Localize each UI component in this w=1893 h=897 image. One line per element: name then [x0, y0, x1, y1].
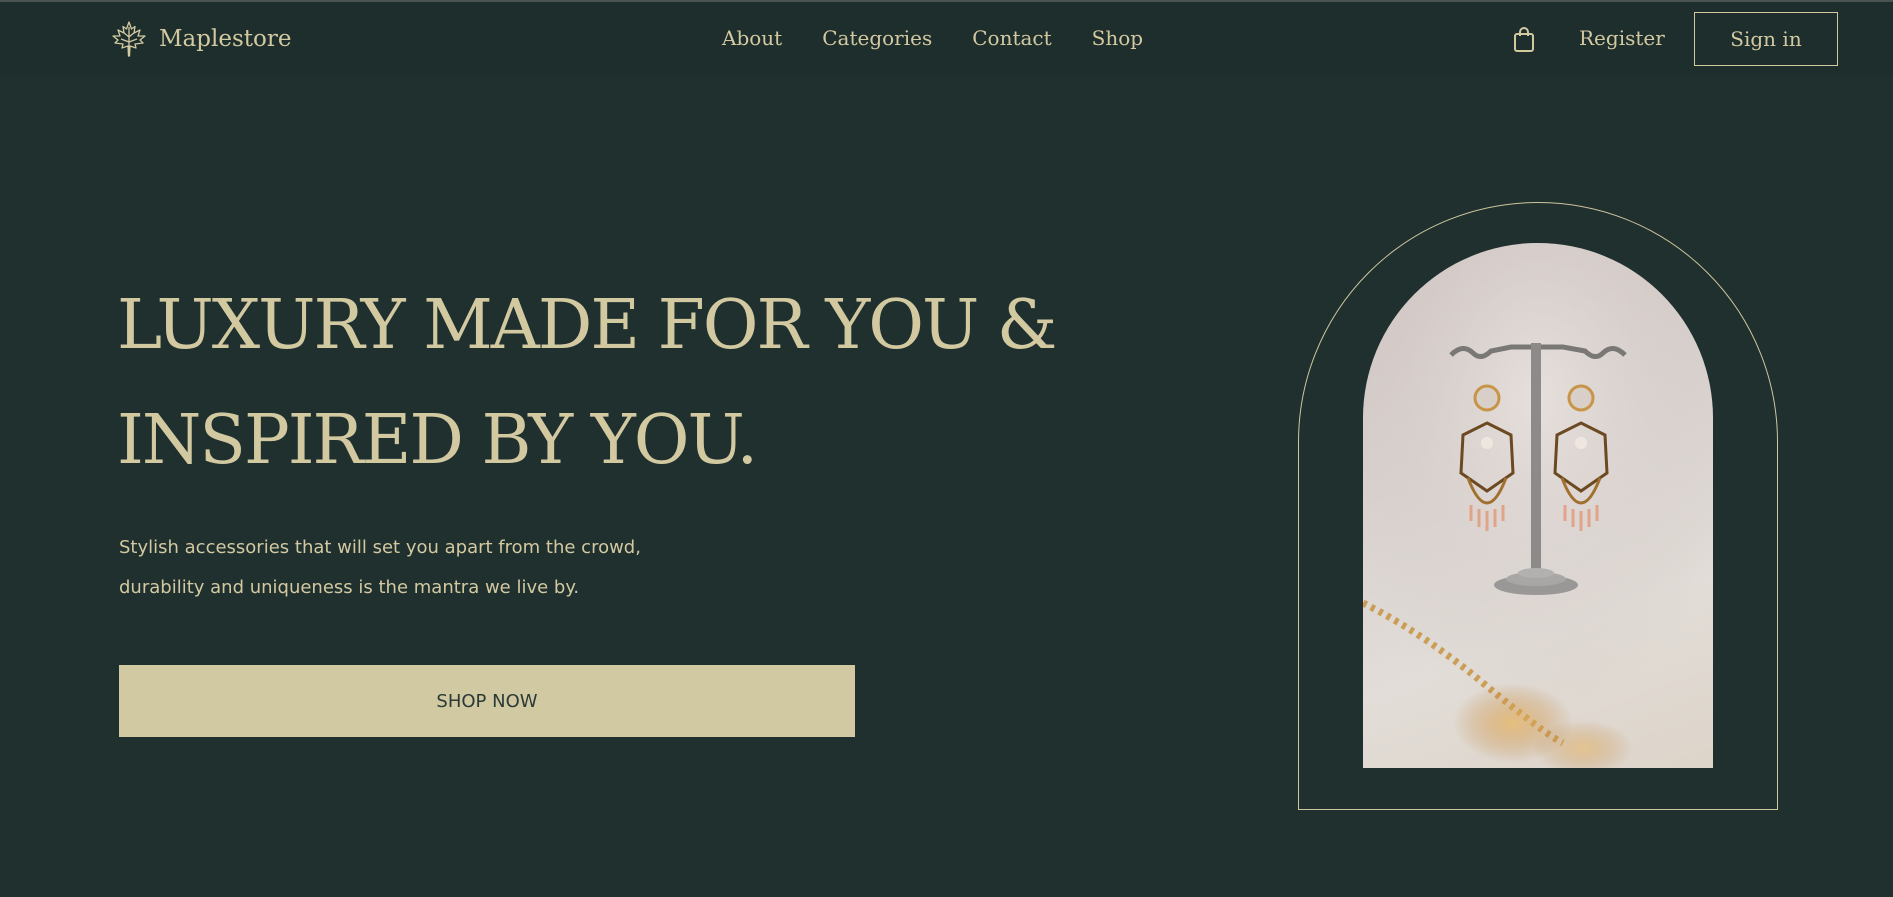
sign-in-button[interactable]: Sign in: [1694, 12, 1838, 66]
brand-name: Maplestore: [159, 26, 292, 52]
hero-subtext: Stylish accessories that will set you ap…: [119, 528, 679, 608]
site-header: Maplestore About Categories Contact Shop…: [0, 2, 1893, 75]
hero-subtext-line-1: Stylish accessories that will set you ap…: [119, 537, 641, 558]
register-link[interactable]: Register: [1579, 26, 1665, 50]
hero-subtext-line-2: durability and uniqueness is the mantra …: [119, 577, 580, 598]
earrings-product-image: [1363, 243, 1713, 768]
hero-headline: LUXURY MADE FOR YOU & INSPIRED BY YOU.: [117, 268, 1097, 498]
nav-link-categories[interactable]: Categories: [822, 26, 932, 50]
hero-headline-line-2: INSPIRED BY YOU.: [117, 401, 758, 480]
nav-link-shop[interactable]: Shop: [1092, 26, 1143, 50]
main-nav: About Categories Contact Shop: [722, 26, 1183, 50]
hero-headline-line-1: LUXURY MADE FOR YOU &: [117, 286, 1057, 365]
shop-now-button[interactable]: SHOP NOW: [119, 665, 855, 737]
brand-logo[interactable]: Maplestore: [109, 19, 291, 59]
nav-link-about[interactable]: About: [722, 26, 782, 50]
maple-leaf-icon: [112, 21, 146, 57]
nav-link-contact[interactable]: Contact: [972, 26, 1051, 50]
shopping-bag-icon[interactable]: [1513, 27, 1535, 53]
